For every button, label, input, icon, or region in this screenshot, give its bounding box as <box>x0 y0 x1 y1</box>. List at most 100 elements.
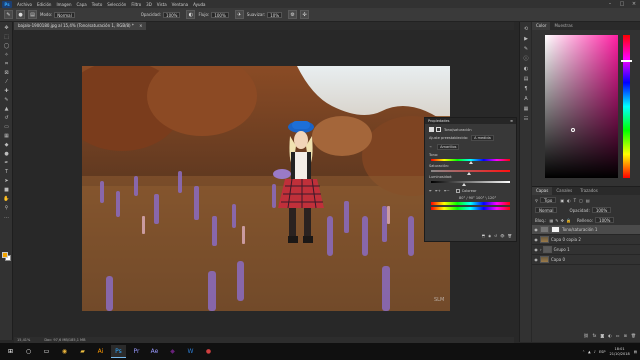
explorer-icon[interactable]: ▰ <box>75 345 90 358</box>
saturation-slider[interactable] <box>431 170 510 175</box>
swatches-panel-icon[interactable]: ▦ <box>522 105 530 112</box>
more-tools-icon[interactable]: … <box>2 213 11 220</box>
expand-chevron-icon[interactable]: › <box>540 247 542 252</box>
illustrator-icon[interactable]: Ai <box>93 345 108 358</box>
aftereffects-icon[interactable]: Ae <box>147 345 162 358</box>
panel-menu-icon[interactable]: ≡ <box>510 118 516 124</box>
task-view-icon[interactable]: ▭ <box>39 345 54 358</box>
layer-mask-thumb[interactable] <box>551 226 560 233</box>
volume-icon[interactable]: ♪ <box>594 350 596 354</box>
menu-seleccion[interactable]: Selección <box>107 2 126 7</box>
menu-3d[interactable]: 3D <box>146 2 152 7</box>
mask-icon[interactable] <box>436 127 441 132</box>
word-icon[interactable]: W <box>183 345 198 358</box>
delete-icon[interactable]: 🗑 <box>508 234 512 238</box>
properties-panel-icon[interactable]: ▤ <box>522 75 530 82</box>
menu-texto[interactable]: Texto <box>92 2 103 7</box>
hue-range-bar-bottom[interactable] <box>431 207 510 210</box>
brush-tool-icon-side[interactable]: ✎ <box>2 96 11 103</box>
minimize-icon[interactable]: – <box>604 0 616 8</box>
brush-preset-icon[interactable]: ● <box>16 10 25 19</box>
close-icon[interactable]: × <box>628 0 640 8</box>
lock-position-icon[interactable]: ✥ <box>561 218 564 223</box>
brush-settings-icon[interactable]: ▤ <box>28 10 37 19</box>
blur-tool-icon[interactable]: ◆ <box>2 141 11 148</box>
fx-icon[interactable]: fx <box>593 333 597 338</box>
history-panel-icon[interactable]: ⟲ <box>522 25 530 32</box>
document-image[interactable]: SLM <box>82 66 450 311</box>
add-mask-icon[interactable]: ◙ <box>600 333 604 338</box>
smooth-input[interactable]: 10% <box>267 11 283 18</box>
symmetry-icon[interactable]: ✣ <box>300 10 310 19</box>
channel-select[interactable]: Amarillos <box>437 144 460 150</box>
view-previous-icon[interactable]: ◉ <box>488 234 491 238</box>
brush-tool-icon[interactable]: ✎ <box>4 10 13 19</box>
smooth-settings-icon[interactable]: ⚙ <box>288 10 298 19</box>
frame-tool-icon[interactable]: ⊠ <box>2 69 11 76</box>
history-brush-tool-icon[interactable]: ↺ <box>2 114 11 121</box>
move-tool-icon[interactable]: ✥ <box>2 24 11 31</box>
document-tab[interactable]: bajalo-1900180.jpg al 15,4% (Tono/satura… <box>14 22 147 30</box>
eraser-tool-icon[interactable]: ▭ <box>2 123 11 130</box>
close-tab-icon[interactable]: × <box>139 23 142 28</box>
saturation-slider-thumb[interactable] <box>466 172 471 175</box>
crop-tool-icon[interactable]: ⌗ <box>2 60 11 67</box>
quick-select-tool-icon[interactable]: ✧ <box>2 51 11 58</box>
mode-select[interactable]: Normal <box>54 11 75 18</box>
tab-layers[interactable]: Capas <box>532 187 553 195</box>
layer-filter-select[interactable]: Tipo <box>539 197 557 203</box>
lock-all-icon[interactable]: 🔒 <box>566 218 571 223</box>
photoshop-taskbar-icon[interactable]: Ps <box>111 345 126 358</box>
visibility-eye-icon[interactable]: ◉ <box>532 247 540 252</box>
layer-opacity-input[interactable]: 100% <box>591 207 612 213</box>
colorize-checkbox[interactable] <box>455 189 460 193</box>
zoom-tool-icon[interactable]: ⚲ <box>2 204 11 211</box>
menu-imagen[interactable]: Imagen <box>56 2 71 7</box>
hue-range-bar-top[interactable] <box>431 202 510 205</box>
notifications-icon[interactable]: ▤ <box>634 350 637 354</box>
reset-icon[interactable]: ↺ <box>494 234 497 238</box>
menu-vista[interactable]: Vista <box>157 2 167 7</box>
marquee-tool-icon[interactable]: ⬚ <box>2 33 11 40</box>
new-adjustment-icon[interactable]: ◐ <box>608 333 612 338</box>
hue-strip[interactable] <box>623 35 630 178</box>
visibility-eye-icon[interactable]: ◉ <box>532 257 540 262</box>
lasso-tool-icon[interactable]: ◯ <box>2 42 11 49</box>
lock-pixels-icon[interactable]: ▦ <box>549 218 553 223</box>
filter-smart-icon[interactable]: ▤ <box>586 198 590 203</box>
layer-row[interactable]: ◉ Tono/saturación 1 <box>532 225 640 235</box>
chrome-icon[interactable]: ◉ <box>57 345 72 358</box>
path-select-tool-icon[interactable]: ➤ <box>2 177 11 184</box>
layer-row[interactable]: ◉ Capa 0 <box>532 255 640 265</box>
eyedropper-tool-icon[interactable]: ⁄ <box>2 78 11 85</box>
visibility-icon[interactable]: 👁 <box>500 234 504 238</box>
menu-archivo[interactable]: Archivo <box>17 2 32 7</box>
menu-ayuda[interactable]: Ayuda <box>193 2 205 7</box>
eyedropper-minus-icon[interactable]: ✒− <box>444 189 450 193</box>
hand-tool-icon[interactable]: ✋ <box>2 195 11 202</box>
info-panel-icon[interactable]: ⓘ <box>522 55 530 62</box>
stamp-tool-icon[interactable]: ▲ <box>2 105 11 112</box>
filter-adjust-icon[interactable]: ◐ <box>567 198 571 203</box>
blend-mode-select[interactable]: Normal <box>535 207 558 213</box>
clock[interactable]: 18:01 21/10/2018 <box>610 347 630 357</box>
color-field[interactable] <box>545 35 618 178</box>
tab-paths[interactable]: Trazados <box>576 187 602 195</box>
foreground-color-swatch[interactable] <box>2 252 8 258</box>
clip-to-layer-icon[interactable]: ⬒ <box>482 234 485 238</box>
color-picker-cursor[interactable] <box>571 128 575 132</box>
menu-ventana[interactable]: Ventana <box>172 2 188 7</box>
layer-row[interactable]: ◉ Capa 0 copia 2 <box>532 235 640 245</box>
cortana-icon[interactable]: ○ <box>21 345 36 358</box>
paragraph-panel-icon[interactable]: ¶ <box>522 85 530 92</box>
properties-header[interactable]: Propiedades ≡ <box>425 118 516 124</box>
dodge-tool-icon[interactable]: ● <box>2 150 11 157</box>
lock-paint-icon[interactable]: ✎ <box>555 218 558 223</box>
opacity-input[interactable]: 100% <box>163 11 181 18</box>
adjustments-panel-icon[interactable]: ◐ <box>522 65 530 72</box>
maximize-icon[interactable]: □ <box>616 0 628 8</box>
tab-swatches[interactable]: Muestras <box>550 22 576 30</box>
lightness-slider[interactable] <box>431 181 510 186</box>
pen-tool-icon[interactable]: ✒ <box>2 159 11 166</box>
eyedropper-icon[interactable]: ✒ <box>429 189 432 193</box>
